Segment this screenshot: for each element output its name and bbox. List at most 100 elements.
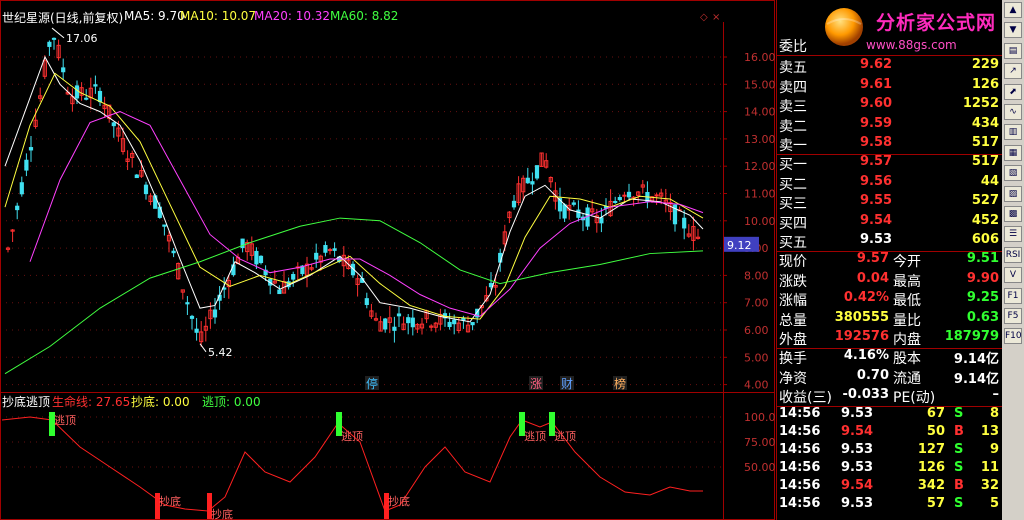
candle-body [392, 326, 397, 331]
layers-icon[interactable]: ▧ [1004, 165, 1022, 182]
ask-row: 卖二 9.59 434 [779, 116, 1001, 135]
quote-value: 187979 [944, 329, 999, 345]
fundamental-label: 收益(三) [779, 390, 832, 407]
panel-border [776, 0, 777, 520]
indicator-lifeline: 生命线: 27.65 [52, 395, 131, 409]
arrow-up-icon[interactable]: ▲ [1004, 2, 1022, 18]
price-tick-label: 11.00 [744, 188, 775, 201]
candle-body [194, 328, 199, 333]
event-marker: 停 [366, 376, 378, 391]
candle-body [525, 177, 530, 184]
chart-icon[interactable]: ↗ [1004, 63, 1022, 80]
tick-time: 14:56 [779, 460, 821, 475]
price-tick-label: 4.00 [744, 379, 769, 392]
f5-icon[interactable]: F5 [1004, 308, 1022, 324]
fundamental-value: – [992, 387, 1000, 403]
tick-price: 9.53 [841, 406, 874, 421]
quote-label: 今开 [893, 254, 921, 270]
fundamental-label: 流通 [893, 370, 921, 387]
candle-body [15, 205, 20, 211]
candle-body [410, 317, 415, 328]
fundamental-label: 股本 [893, 351, 921, 367]
candle-body [74, 85, 80, 99]
candle-body [332, 248, 337, 251]
ma5-label: MA5: 9.70 [124, 9, 185, 23]
bars-icon[interactable]: ▥ [1004, 124, 1022, 141]
tick-volume: 50 [926, 424, 945, 439]
quote-row: 涨跌 0.04 最高 9.90 [779, 271, 1001, 290]
arrow-down-icon[interactable]: ▼ [1004, 22, 1022, 39]
tick-price: 9.54 [841, 478, 874, 493]
candle-body [134, 174, 139, 179]
tick-side: S [954, 406, 964, 421]
tick-volume: 127 [917, 442, 945, 457]
candle-body [189, 315, 195, 319]
high-pointer [51, 27, 65, 39]
candle-body [571, 202, 576, 205]
ask-price: 9.61 [860, 76, 893, 92]
wave-icon[interactable]: ∿ [1004, 104, 1022, 120]
close-icon: × [712, 12, 720, 23]
quote-value: 192576 [834, 329, 889, 345]
table-icon[interactable]: ▨ [1004, 185, 1022, 202]
quote-value: 0.42% [843, 290, 889, 306]
side-toolbar: ▲ ▼ ▤ ↗ ⬈ ∿ ▥ ▦ ▧ ▨ ▩ ☰ RSI V F1 F5 F10 [1002, 0, 1024, 520]
price-tick-label: 10.00 [744, 215, 775, 228]
price-tick-label: 15.00 [744, 78, 775, 91]
indicator-tick-label: 50.00 [744, 461, 775, 474]
vol-icon[interactable]: V [1004, 267, 1022, 284]
top-signal-label: 逃顶 [54, 414, 76, 427]
table2-icon[interactable]: ▩ [1004, 206, 1022, 222]
bid-price: 9.54 [860, 212, 893, 228]
tick-count: 13 [980, 424, 999, 439]
candle-body [314, 252, 319, 260]
candle-body [212, 309, 218, 318]
f10-icon[interactable]: F10 [1004, 328, 1022, 345]
price-tick-label: 5.00 [744, 351, 769, 364]
candle-body [28, 147, 34, 151]
candle-body [291, 274, 296, 280]
chart2-icon[interactable]: ⬈ [1004, 83, 1022, 100]
tick-side: S [954, 442, 964, 457]
price-tick-label: 16.00 [744, 51, 775, 64]
quote-label: 外盘 [779, 332, 807, 349]
quote-label: 内盘 [893, 332, 921, 349]
candle-body [461, 317, 466, 321]
ask-volume: 1252 [962, 96, 999, 112]
candle-body [84, 97, 89, 100]
bid-label: 买三 [779, 196, 807, 213]
candle-body [599, 217, 604, 224]
candle-body [470, 322, 475, 326]
candle-body [364, 298, 369, 305]
grid-icon[interactable]: ▦ [1004, 144, 1022, 161]
candle-body [562, 204, 567, 219]
doc-icon[interactable]: ▤ [1004, 42, 1022, 59]
ma60-label: MA60: 8.82 [330, 9, 399, 23]
quote-row: 涨幅 0.42% 最低 9.25 [779, 290, 1001, 309]
candle-body [622, 194, 627, 197]
tick-price: 9.54 [841, 424, 874, 439]
candle-body [327, 249, 333, 252]
f1-icon[interactable]: F1 [1004, 287, 1022, 304]
rsi-icon[interactable]: RSI [1004, 246, 1022, 263]
quote-row: 现价 9.57 今开 9.51 [779, 251, 1001, 270]
ask-price: 9.62 [860, 57, 893, 72]
tick-side: B [954, 424, 964, 439]
candle-body [277, 289, 282, 295]
quote-panel: 委比 卖五 9.62 229 卖四 9.61 126 卖三 9.60 1252 卖二 9.59 434 卖… [776, 0, 1002, 520]
bottom-signal-label: 抄底 [159, 494, 181, 508]
list-icon[interactable]: ☰ [1004, 226, 1022, 243]
price-tick-label: 13.00 [744, 133, 775, 146]
bid-price: 9.53 [860, 232, 893, 248]
stock-title: 世纪星源(日线,前复权) [2, 11, 124, 25]
divider [776, 55, 1002, 56]
fundamental-value: 4.16% [843, 348, 889, 363]
candle-body [93, 84, 98, 87]
last-price-tag: 9.12 [727, 239, 752, 252]
fundamental-value: 9.14亿 [953, 371, 999, 387]
ask-label: 卖四 [779, 79, 807, 96]
tick-time: 14:56 [779, 442, 821, 457]
kline-chart[interactable]: ◇×16.0015.0014.0013.0012.0011.0010.009.0… [0, 0, 775, 520]
candle-body [396, 313, 402, 317]
main-chart-area[interactable]: ◇×16.0015.0014.0013.0012.0011.0010.009.0… [0, 0, 775, 520]
